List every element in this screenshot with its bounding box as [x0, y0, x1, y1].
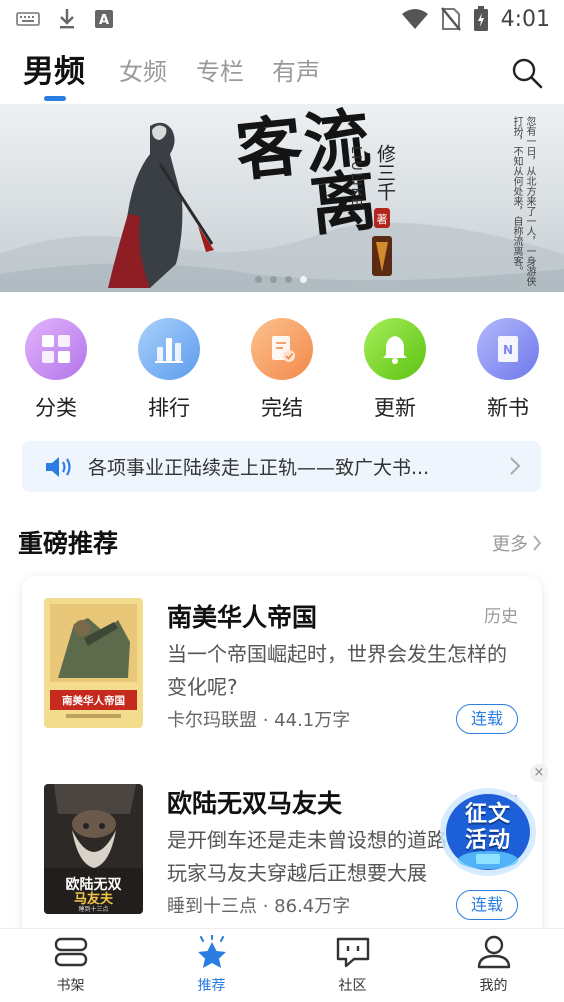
star-icon — [197, 934, 226, 968]
notice-bar[interactable]: 各项事业正陆续走上正轨——致广大书... — [22, 441, 541, 492]
wifi-icon — [401, 9, 428, 29]
nav-community[interactable]: 社区 — [282, 929, 423, 1002]
book-cover[interactable]: 南美华人帝国 — [44, 598, 143, 728]
status-bar: A 4:01 — [0, 0, 564, 38]
category-label: 新书 — [487, 396, 529, 420]
speaker-icon — [46, 456, 71, 477]
banner-carousel[interactable]: 著 流离客 LIULIKE 修三千 忽有一日，从北方来了一人，一身游侠打扮，不知… — [0, 104, 564, 292]
more-label: 更多 — [492, 534, 528, 555]
nav-label: 书架 — [56, 978, 85, 994]
event-badge[interactable]: 征文活动 — [436, 780, 540, 880]
category-updates[interactable]: 更新 — [350, 318, 440, 422]
carousel-dot — [285, 276, 292, 283]
cover-title: 南美华人帝国 — [62, 694, 125, 707]
svg-text:N: N — [503, 343, 513, 357]
nav-label: 社区 — [338, 978, 367, 994]
search-icon[interactable] — [510, 56, 544, 90]
accessibility-a-icon: A — [95, 10, 113, 28]
nav-label: 我的 — [479, 978, 508, 994]
book-meta: 卡尔玛联盟 · 44.1万字 — [167, 710, 351, 731]
download-icon — [60, 9, 74, 29]
book-description: 当一个帝国崛起时，世界会发生怎样的变化呢? — [167, 642, 507, 699]
tab-audio[interactable]: 有声 — [272, 52, 320, 87]
top-tabs: 男频 女频 专栏 有声 — [0, 42, 564, 104]
banner-author: 修三千 — [374, 144, 396, 201]
nav-label: 推荐 — [197, 978, 226, 994]
carousel-dot — [270, 276, 277, 283]
more-link[interactable]: 更多 — [492, 530, 542, 556]
bar-chart-icon — [138, 318, 200, 380]
carousel-indicator — [255, 276, 307, 283]
banner-latin-title: LIULIKE — [348, 146, 363, 209]
category-label: 更新 — [374, 396, 416, 420]
nav-recommend[interactable]: 推荐 — [141, 929, 282, 1002]
book-genre: 历史 — [484, 607, 518, 627]
svg-text:马友夫: 马友夫 — [74, 891, 114, 907]
keyboard-icon — [16, 12, 40, 26]
new-book-icon: N — [477, 318, 539, 380]
tab-column[interactable]: 专栏 — [196, 52, 244, 87]
svg-text:欧陆无双: 欧陆无双 — [66, 876, 122, 893]
completed-doc-icon — [251, 318, 313, 380]
status-left-icons: A — [16, 8, 114, 30]
category-completed[interactable]: 完结 — [237, 318, 327, 422]
no-sim-icon — [440, 7, 461, 31]
serial-status-tag: 连载 — [456, 704, 518, 734]
quick-categories: 分类 排行 完结 更新 N 新书 — [0, 318, 564, 420]
book-title: 欧陆无双马友夫 — [167, 789, 343, 818]
status-right-icons: 4:01 — [401, 6, 550, 32]
carousel-dot-active — [300, 276, 307, 283]
nav-profile[interactable]: 我的 — [423, 929, 564, 1002]
category-label: 完结 — [261, 396, 303, 420]
chat-icon — [336, 937, 369, 968]
tab-male[interactable]: 男频 — [23, 46, 85, 91]
svg-text:A: A — [99, 13, 109, 28]
tab-indicator — [44, 96, 66, 101]
section-title: 重磅推荐 — [18, 529, 119, 558]
bottom-nav: 书架 推荐 社区 我的 — [0, 928, 564, 1002]
battery-charging-icon — [473, 6, 488, 31]
book-cover[interactable]: 欧陆无双 马友夫 睡到十三点 — [44, 784, 143, 914]
bell-icon — [364, 318, 426, 380]
chevron-right-icon — [510, 457, 521, 475]
category-new-books[interactable]: N 新书 — [463, 318, 553, 422]
notice-text: 各项事业正陆续走上正轨——致广大书... — [88, 457, 430, 479]
category-label: 分类 — [35, 396, 77, 420]
book-title: 南美华人帝国 — [167, 603, 318, 632]
category-ranking[interactable]: 排行 — [124, 318, 214, 422]
category-classify[interactable]: 分类 — [11, 318, 101, 422]
chevron-right-icon — [533, 535, 542, 551]
serial-status-tag: 连载 — [456, 890, 518, 920]
bookshelf-icon — [54, 937, 87, 967]
nav-bookshelf[interactable]: 书架 — [0, 929, 141, 1002]
book-meta: 睡到十三点 · 86.4万字 — [167, 896, 351, 917]
event-label: 征文活动 — [464, 802, 511, 853]
recommend-card: 南美华人帝国 南美华人帝国 历史 当一个帝国崛起时，世界会发生怎样的变化呢? 卡… — [22, 576, 542, 976]
cover-author: 睡到十三点 — [78, 905, 108, 913]
banner-poem: 忽有一日，从北方来了一人，一身游侠打扮，不知从何处来，自称流离客。 — [511, 116, 535, 286]
tab-female[interactable]: 女频 — [119, 52, 167, 87]
profile-icon — [477, 935, 510, 969]
grid-icon — [25, 318, 87, 380]
category-label: 排行 — [148, 396, 190, 420]
carousel-dot — [255, 276, 262, 283]
book-item[interactable]: 南美华人帝国 南美华人帝国 历史 当一个帝国崛起时，世界会发生怎样的变化呢? 卡… — [22, 598, 542, 748]
clock: 4:01 — [500, 6, 550, 32]
